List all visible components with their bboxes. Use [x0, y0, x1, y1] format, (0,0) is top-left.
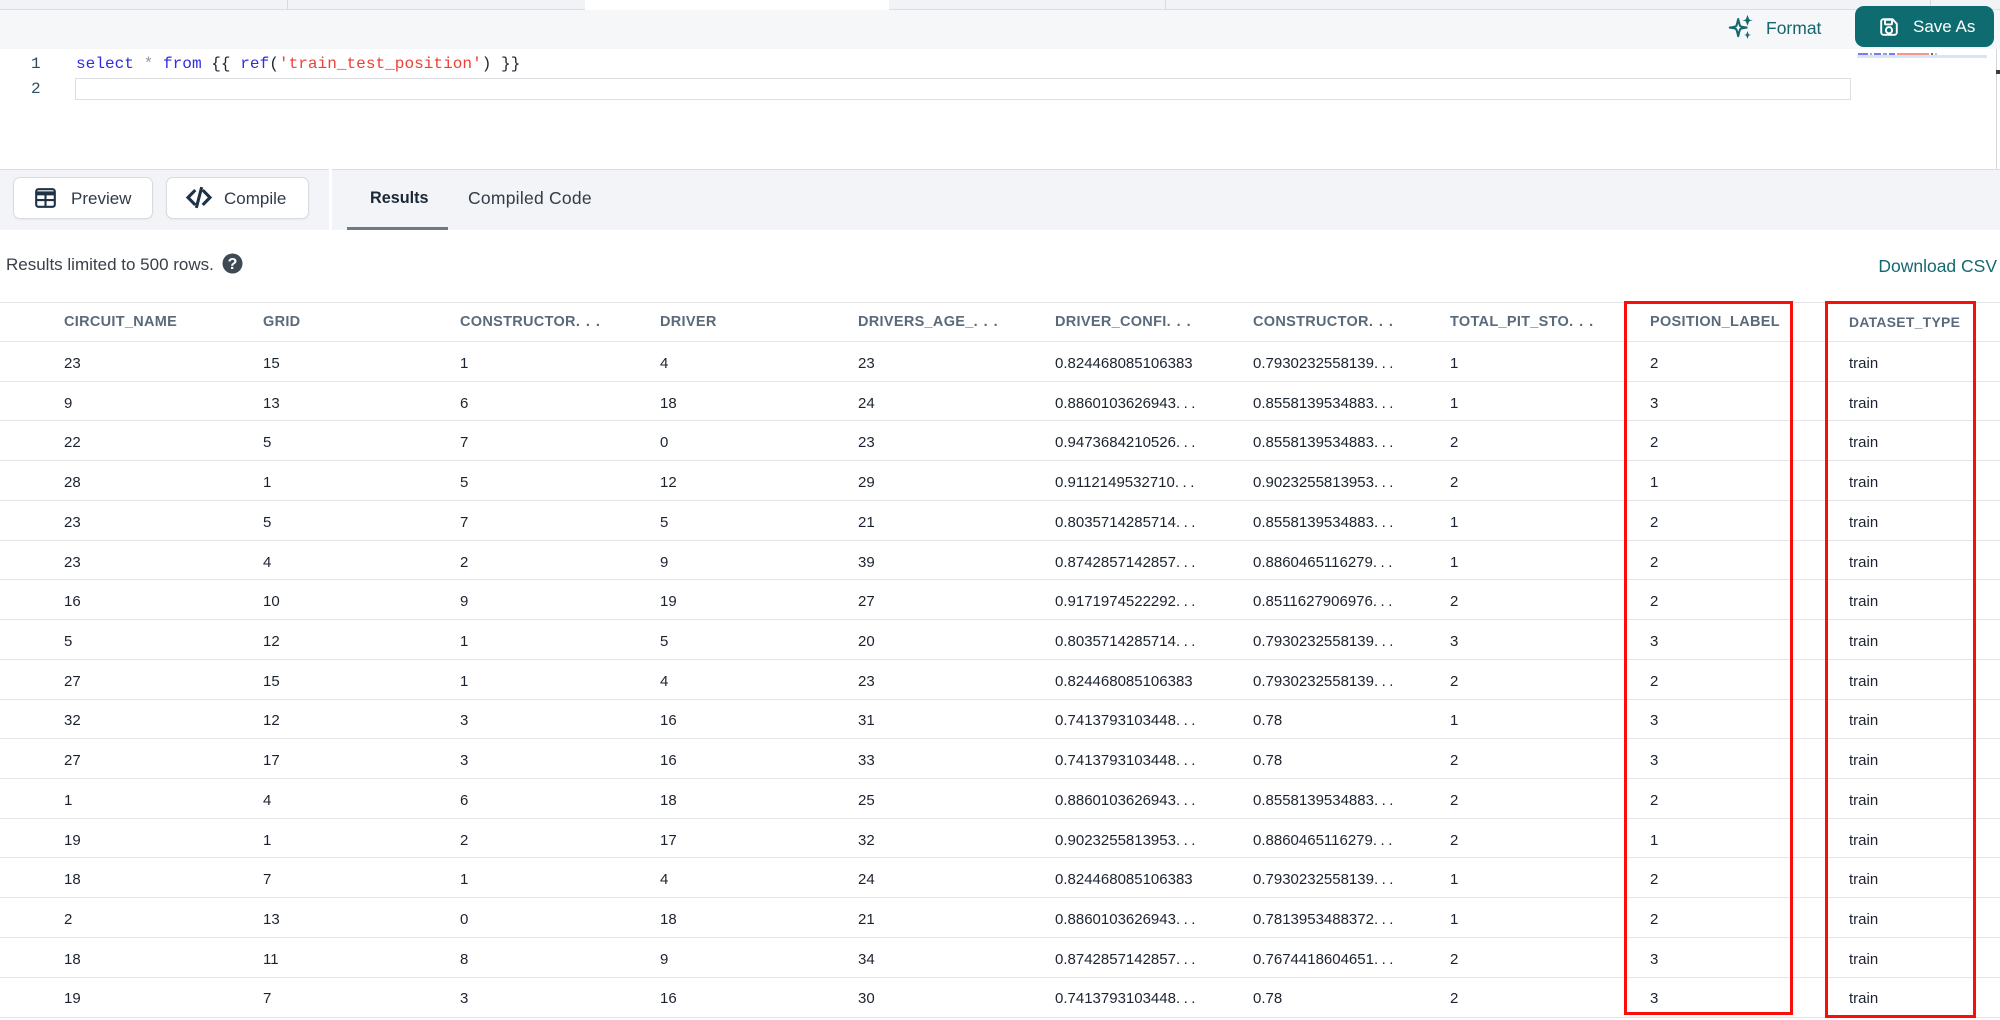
svg-text:?: ?: [228, 256, 238, 273]
